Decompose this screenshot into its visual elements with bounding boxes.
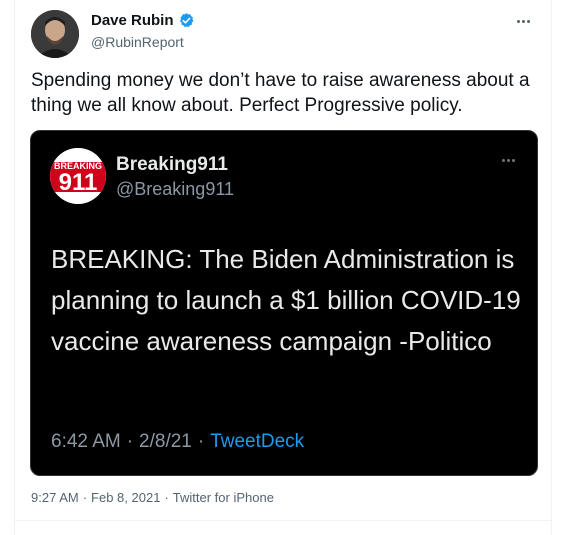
quoted-source: TweetDeck [210, 431, 305, 452]
meta-separator: · [164, 490, 169, 505]
meta-separator: · [82, 490, 88, 505]
author-avatar[interactable] [31, 10, 79, 58]
quoted-author: Breaking911 @Breaking911 [116, 154, 234, 200]
author-display-name[interactable]: Dave Rubin [91, 12, 174, 29]
tweet-card: Dave Rubin @RubinReport Spending money w… [14, 0, 552, 535]
more-options-button[interactable] [511, 12, 535, 30]
quoted-avatar: BREAKING 911 [50, 148, 106, 204]
author-handle[interactable]: @RubinReport [91, 34, 195, 50]
quoted-tweet-image[interactable]: BREAKING 911 Breaking911 @Breaking911 BR… [30, 130, 538, 476]
tweet-text: Spending money we don’t have to raise aw… [31, 70, 530, 116]
tweet-date[interactable]: Feb 8, 2021 [91, 490, 160, 505]
author-name-row: Dave Rubin [91, 12, 195, 29]
quoted-separator: · [197, 431, 205, 452]
author-info: Dave Rubin @RubinReport [91, 12, 195, 50]
breaking911-logo: BREAKING 911 [50, 148, 106, 204]
verified-badge-icon [179, 13, 193, 28]
quoted-handle: @Breaking911 [116, 179, 235, 199]
tweet-time[interactable]: 9:27 AM [31, 490, 79, 505]
quoted-date: 2/8/21 [139, 431, 192, 452]
author-photo [31, 10, 79, 58]
logo-911-text: 911 [59, 169, 98, 196]
quoted-separator: · [126, 431, 134, 452]
more-horizontal-icon [516, 19, 530, 23]
quoted-more-horizontal-icon [502, 159, 515, 162]
tweet-meta: 9:27 AM · Feb 8, 2021 · Twitter for iPho… [31, 490, 274, 505]
quoted-display-name: Breaking911 [116, 154, 228, 175]
quoted-time: 6:42 AM [51, 431, 121, 452]
quoted-text: BREAKING: The Biden Administration is pl… [51, 244, 521, 356]
divider [15, 520, 551, 521]
tweet-client[interactable]: Twitter for iPhone [173, 490, 274, 505]
quoted-footer: 6:42 AM · 2/8/21 · TweetDeck [51, 431, 304, 453]
